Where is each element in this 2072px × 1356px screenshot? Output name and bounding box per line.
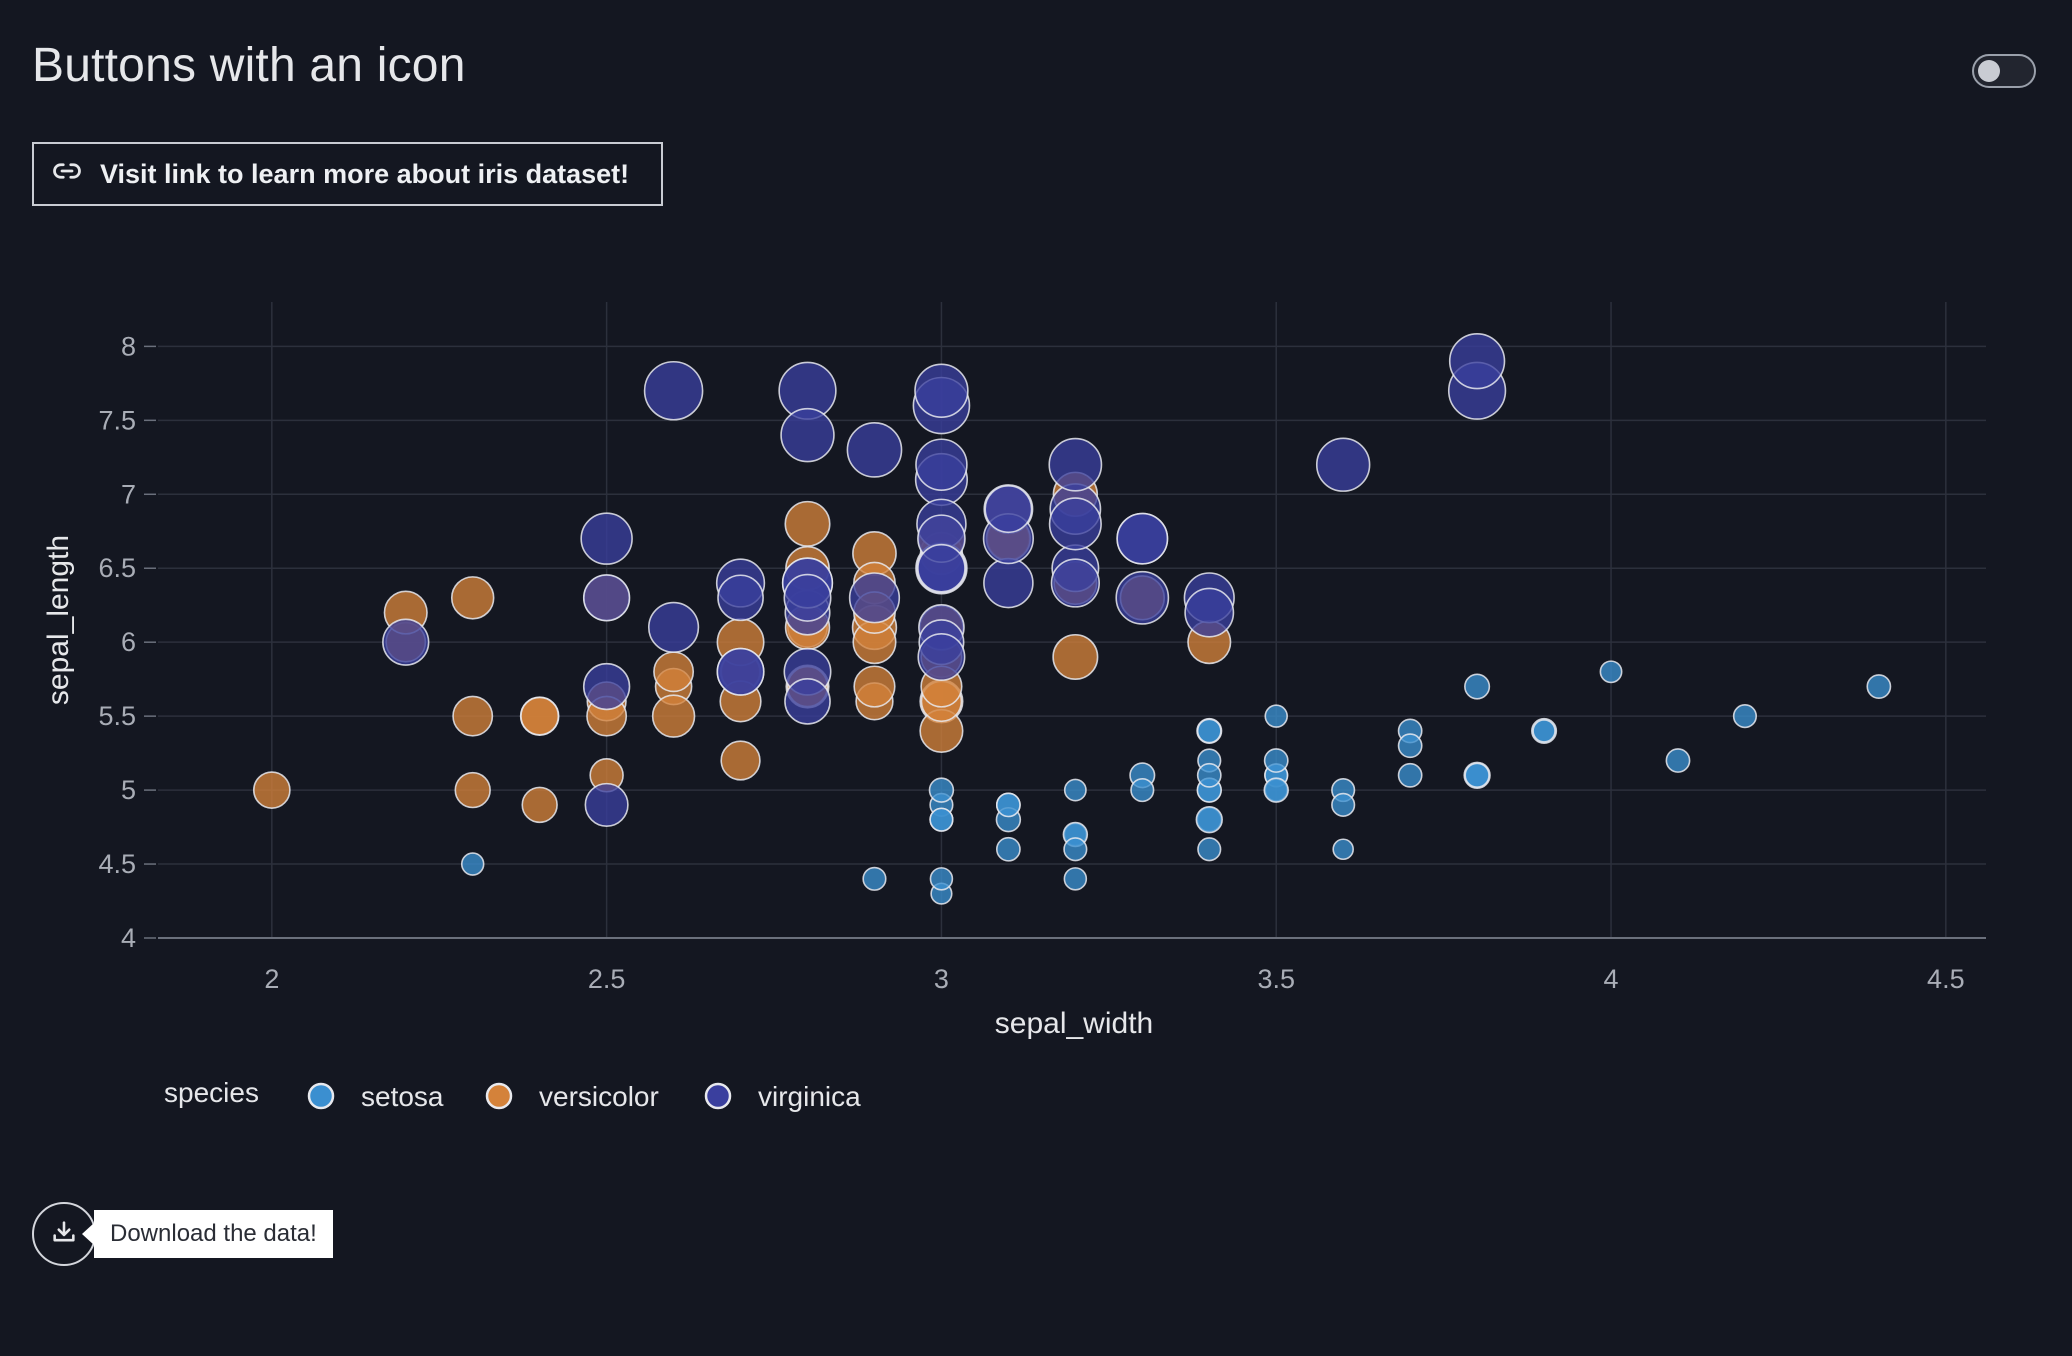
- data-point-virginica[interactable]: [647, 601, 700, 654]
- legend-title: species: [164, 1077, 259, 1108]
- data-point-versicolor[interactable]: [1052, 633, 1099, 681]
- data-point-versicolor[interactable]: [252, 771, 291, 809]
- data-point-virginica[interactable]: [1448, 332, 1506, 390]
- data-point-setosa[interactable]: [1263, 777, 1289, 803]
- x-tick-label: 4: [1604, 964, 1619, 994]
- data-point-setosa[interactable]: [1464, 673, 1491, 700]
- data-point-virginica[interactable]: [1115, 570, 1170, 625]
- data-point-virginica[interactable]: [1184, 587, 1235, 638]
- data-point-setosa[interactable]: [1332, 838, 1354, 861]
- y-tick-label: 6.5: [98, 553, 136, 583]
- data-point-setosa[interactable]: [1397, 762, 1423, 788]
- data-point-versicolor[interactable]: [452, 695, 494, 737]
- y-tick-label: 7: [121, 479, 136, 509]
- points-layer: [252, 332, 1892, 905]
- data-point-virginica[interactable]: [1050, 558, 1100, 608]
- data-point-virginica[interactable]: [914, 363, 969, 418]
- data-point-setosa[interactable]: [1331, 792, 1356, 817]
- data-point-setosa[interactable]: [1665, 748, 1691, 773]
- y-tick-label: 4.5: [98, 849, 136, 879]
- data-point-virginica[interactable]: [1048, 497, 1102, 551]
- data-point-setosa[interactable]: [1195, 805, 1223, 834]
- legend-marker-versicolor[interactable]: [485, 1082, 513, 1110]
- y-tick-label: 4: [121, 923, 136, 953]
- data-point-setosa[interactable]: [995, 836, 1021, 862]
- data-point-virginica[interactable]: [984, 485, 1033, 534]
- y-tick-label: 8: [121, 331, 136, 361]
- x-axis-title: sepal_width: [995, 1007, 1153, 1040]
- x-tick-label: 3.5: [1257, 964, 1295, 994]
- data-point-setosa[interactable]: [1464, 762, 1490, 789]
- data-point-setosa[interactable]: [1063, 778, 1087, 802]
- data-point-virginica[interactable]: [580, 512, 633, 565]
- download-tooltip: Download the data!: [82, 1210, 333, 1258]
- legend-label-virginica[interactable]: virginica: [758, 1081, 861, 1112]
- data-point-setosa[interactable]: [929, 867, 954, 891]
- data-point-versicolor[interactable]: [653, 651, 695, 693]
- data-point-virginica[interactable]: [582, 662, 631, 711]
- data-point-virginica[interactable]: [582, 574, 631, 622]
- y-tick-label: 7.5: [98, 405, 136, 435]
- y-tick-label: 6: [121, 627, 136, 657]
- data-point-virginica[interactable]: [917, 632, 966, 681]
- data-point-virginica[interactable]: [917, 543, 966, 593]
- data-point-virginica[interactable]: [717, 574, 764, 622]
- data-point-virginica[interactable]: [783, 573, 832, 622]
- data-point-setosa[interactable]: [929, 807, 954, 832]
- legend-marker-setosa[interactable]: [307, 1082, 335, 1110]
- data-point-virginica[interactable]: [643, 360, 704, 421]
- x-tick-label: 4.5: [1927, 964, 1965, 994]
- data-point-setosa[interactable]: [1263, 748, 1289, 773]
- x-tick-label: 2: [264, 964, 279, 994]
- data-point-setosa[interactable]: [1532, 719, 1556, 743]
- data-point-versicolor[interactable]: [853, 665, 896, 708]
- data-point-virginica[interactable]: [584, 782, 629, 827]
- data-point-versicolor[interactable]: [520, 696, 560, 736]
- data-point-versicolor[interactable]: [450, 576, 495, 620]
- data-point-versicolor[interactable]: [454, 771, 491, 809]
- data-point-virginica[interactable]: [846, 422, 903, 478]
- legend-label-setosa[interactable]: setosa: [361, 1081, 444, 1112]
- data-point-virginica[interactable]: [780, 407, 835, 463]
- data-point-setosa[interactable]: [1130, 778, 1155, 803]
- data-point-setosa[interactable]: [1196, 718, 1222, 744]
- x-tick-label: 2.5: [588, 964, 626, 994]
- data-point-setosa[interactable]: [1264, 704, 1288, 728]
- data-point-virginica[interactable]: [382, 618, 430, 666]
- data-point-setosa[interactable]: [928, 777, 955, 803]
- data-point-setosa[interactable]: [1599, 660, 1623, 684]
- y-tick-label: 5: [121, 775, 136, 805]
- data-point-virginica[interactable]: [1116, 512, 1169, 565]
- data-point-versicolor[interactable]: [784, 500, 831, 547]
- legend: species setosa versicolor virginica: [164, 1077, 861, 1112]
- data-point-virginica[interactable]: [716, 647, 765, 696]
- data-point-setosa[interactable]: [1732, 704, 1758, 729]
- data-point-virginica[interactable]: [848, 572, 901, 624]
- data-point-versicolor[interactable]: [521, 786, 558, 824]
- data-point-virginica[interactable]: [1315, 437, 1371, 492]
- data-point-setosa[interactable]: [1063, 837, 1088, 862]
- y-axis-title: sepal_length: [42, 535, 75, 705]
- data-point-versicolor[interactable]: [720, 740, 761, 781]
- data-point-setosa[interactable]: [862, 866, 887, 891]
- data-point-virginica[interactable]: [983, 557, 1034, 609]
- data-point-setosa[interactable]: [1196, 762, 1222, 788]
- axis-layer: 2 2.5 3 3.5 4 4.5 4 4.5 5 5.5 6 6.5 7 7.5 8: [98, 331, 1986, 994]
- legend-label-versicolor[interactable]: versicolor: [539, 1081, 659, 1112]
- data-point-setosa[interactable]: [1197, 837, 1222, 862]
- legend-marker-virginica[interactable]: [704, 1082, 732, 1110]
- data-point-setosa[interactable]: [995, 792, 1021, 818]
- y-tick-label: 5.5: [98, 701, 136, 731]
- data-point-virginica[interactable]: [915, 438, 968, 491]
- data-point-virginica[interactable]: [784, 677, 831, 725]
- data-point-setosa[interactable]: [1063, 867, 1088, 891]
- download-icon: [50, 1218, 78, 1251]
- data-point-setosa[interactable]: [460, 852, 485, 876]
- data-point-setosa[interactable]: [1397, 733, 1423, 759]
- iris-scatter-chart[interactable]: 2 2.5 3 3.5 4 4.5 4 4.5 5 5.5 6 6.5 7 7.5 8 sepal_widt…: [0, 0, 2072, 1160]
- data-point-virginica[interactable]: [1048, 437, 1103, 492]
- x-tick-label: 3: [934, 964, 949, 994]
- data-point-versicolor[interactable]: [651, 694, 696, 738]
- data-point-setosa[interactable]: [1866, 674, 1892, 699]
